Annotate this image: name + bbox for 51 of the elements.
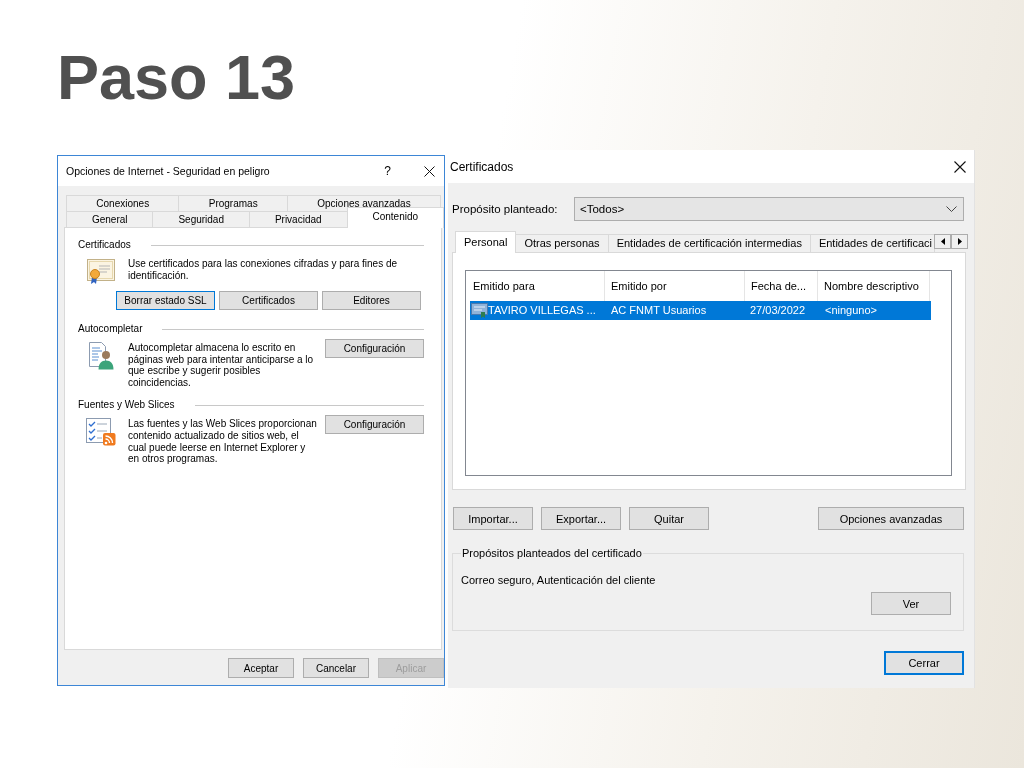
section-description: Use certificados para las conexiones cifradas y para fines de identificación. <box>128 258 399 282</box>
purpose-dropdown[interactable]: <Todos> <box>574 197 964 221</box>
tab[interactable]: Otras personas <box>515 234 609 252</box>
field-label: Propósito planteado: <box>452 203 559 215</box>
tab[interactable]: Contenido <box>346 207 445 228</box>
section-button[interactable]: Borrar estado SSL <box>116 291 215 310</box>
table-cell-text: 27/03/2022 <box>749 303 807 318</box>
document-person-icon <box>88 342 114 370</box>
action-button[interactable]: Quitar <box>629 507 709 530</box>
purposes-text: Correo seguro, Autenticación del cliente <box>461 573 656 587</box>
group-title: Certificados <box>78 238 131 252</box>
tab[interactable]: Programas <box>178 195 288 211</box>
section-description: Autocompletar almacena lo escrito en páginas web para intentar anticiparse a lo que escribe y sugerir posibles coincidencias. <box>128 342 315 389</box>
triangle-left-icon <box>940 238 945 245</box>
settings-button[interactable]: Configuración <box>325 415 424 435</box>
table-row[interactable]: TAVIRO VILLEGAS ... AC FNMT Usuarios 27/03/2022 <ninguno> <box>470 301 931 320</box>
certificate-icon <box>87 259 115 285</box>
close-icon[interactable] <box>954 160 966 173</box>
window-title: Opciones de Internet - Seguridad en peligro <box>66 165 271 177</box>
close-icon[interactable] <box>424 165 435 177</box>
table-cell-text: AC FNMT Usuarios <box>610 303 708 318</box>
action-button[interactable]: Importar... <box>453 507 533 530</box>
table-cell-text: <ninguno> <box>824 303 878 318</box>
tab[interactable]: Entidades de certificaci <box>809 234 935 252</box>
checklist-rss-icon <box>86 418 116 447</box>
tab[interactable]: General <box>66 211 154 227</box>
chevron-down-icon <box>946 205 957 213</box>
section-button[interactable]: Editores <box>322 291 421 310</box>
scroll-right-button[interactable] <box>951 234 968 249</box>
scroll-left-button[interactable] <box>934 234 951 249</box>
section-button[interactable]: Certificados <box>219 291 318 310</box>
certificate-icon <box>471 303 488 318</box>
triangle-right-icon <box>957 238 962 245</box>
action-button[interactable]: Opciones avanzadas <box>818 507 964 530</box>
group-title: Fuentes y Web Slices <box>78 398 175 413</box>
group-title: Autocompletar <box>78 322 143 336</box>
close-button[interactable]: Cerrar <box>884 651 964 675</box>
footer-button[interactable]: Aceptar <box>228 658 294 678</box>
section-description: Las fuentes y las Web Slices proporcionan contenido actualizado de sitios web, el cual puede leerse en Internet Explorer y en otros programas. <box>128 418 318 465</box>
slide-title: Paso 13 <box>57 46 296 109</box>
action-button[interactable]: Exportar... <box>541 507 621 530</box>
tab[interactable]: Seguridad <box>152 211 250 227</box>
tab[interactable]: Conexiones <box>66 195 180 211</box>
window-title: Certificados <box>450 159 515 174</box>
help-button[interactable]: ? <box>384 164 391 178</box>
settings-button[interactable]: Configuración <box>325 339 424 358</box>
footer-button[interactable]: Cancelar <box>303 658 369 678</box>
tab[interactable]: Personal <box>455 231 517 253</box>
group-title: Propósitos planteados del certificado <box>461 546 643 560</box>
view-button[interactable]: Ver <box>871 592 951 615</box>
table-cell-text: TAVIRO VILLEGAS ... <box>488 303 597 318</box>
